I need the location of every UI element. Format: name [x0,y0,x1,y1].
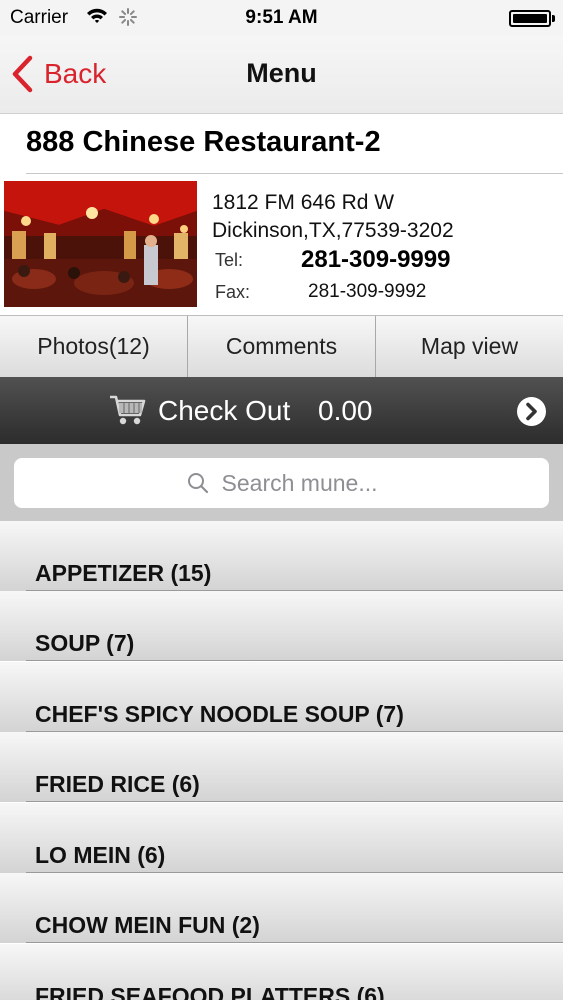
address-line-2: Dickinson,TX,77539-3202 [212,219,454,242]
row-separator [26,660,563,661]
battery-icon [509,10,555,27]
menu-category-label: CHOW MEIN FUN (2) [35,912,260,938]
row-separator [26,801,563,802]
list-item[interactable]: FRIED SEAFOOD PLATTERS (6) [0,944,563,1000]
menu-category-list: APPETIZER (15) SOUP (7) CHEF'S SPICY NOO… [0,521,563,1000]
navigation-bar: Back Menu [0,36,563,114]
divider [26,173,563,174]
menu-category-label: CHEF'S SPICY NOODLE SOUP (7) [35,701,404,727]
menu-category-label: APPETIZER (15) [35,560,212,586]
tab-photos[interactable]: Photos(12) [0,316,188,377]
checkout-button[interactable]: Check Out 0.00 [0,377,563,444]
status-bar: Carrier 9:51 AM [0,0,563,36]
fax-label: Fax: [215,282,251,302]
menu-category-label: FRIED RICE (6) [35,771,200,797]
tab-comments[interactable]: Comments [188,316,376,377]
menu-category-label: SOUP (7) [35,630,135,656]
shopping-cart-icon [110,395,146,425]
fax-number: 281-309-9992 [308,281,427,302]
restaurant-photo [4,181,197,307]
segmented-tabs: Photos(12) Comments Map view [0,315,563,377]
menu-category-label: LO MEIN (6) [35,842,166,868]
search-placeholder: Search mune... [221,469,378,496]
clock: 9:51 AM [245,7,318,28]
row-separator [26,942,563,943]
checkout-label: Check Out [158,395,291,426]
restaurant-name: 888 Chinese Restaurant-2 [26,126,381,158]
page-title: Menu [246,58,317,88]
list-item[interactable]: CHOW MEIN FUN (2) [0,873,563,943]
list-item[interactable]: SOUP (7) [0,591,563,661]
phone-number[interactable]: 281-309-9999 [301,246,450,274]
list-item[interactable]: LO MEIN (6) [0,803,563,873]
search-input[interactable]: Search mune... [14,458,549,508]
list-item[interactable]: FRIED RICE (6) [0,732,563,802]
list-item[interactable]: APPETIZER (15) [0,521,563,591]
search-icon [187,473,208,494]
tel-label: Tel: [215,250,244,270]
search-bar: Search mune... [0,444,563,521]
tab-map-view[interactable]: Map view [376,316,563,377]
list-item[interactable]: CHEF'S SPICY NOODLE SOUP (7) [0,662,563,732]
menu-category-label: FRIED SEAFOOD PLATTERS (6) [35,983,385,1000]
checkout-total: 0.00 [318,395,373,426]
chevron-right-circle-icon[interactable] [517,397,546,426]
address-line-1: 1812 FM 646 Rd W [212,191,395,214]
